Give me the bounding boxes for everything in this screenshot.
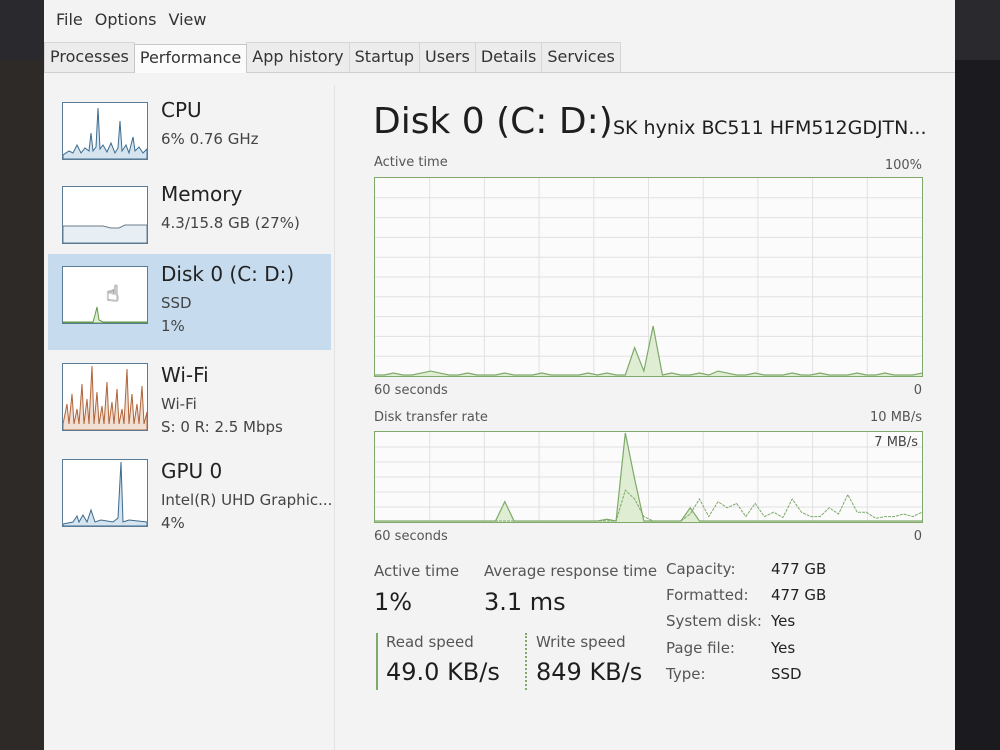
- gpu-thumbnail-graph: [62, 459, 148, 527]
- transfer-graph-secondary: 7 MB/s: [874, 435, 918, 450]
- wifi-thumbnail-graph: [62, 363, 148, 431]
- menu-view[interactable]: View: [163, 8, 213, 32]
- read-speed-value: 49.0 KB/s: [386, 658, 500, 686]
- disk-model: SK hynix BC511 HFM512GDJTN...: [613, 117, 927, 139]
- sidebar-item-disk[interactable]: ☝ Disk 0 (C: D:) SSD 1%: [48, 254, 331, 350]
- tab-services[interactable]: Services: [541, 42, 621, 72]
- tab-app-history[interactable]: App history: [246, 42, 350, 72]
- sidebar-item-subtitle: SSD: [161, 294, 192, 312]
- prop-formatted-value: 477 GB: [771, 586, 827, 604]
- sidebar-item-title: Disk 0 (C: D:): [161, 262, 295, 286]
- transfer-graph-zero: 0: [913, 529, 922, 544]
- sidebar-item-title: GPU 0: [161, 459, 223, 483]
- sidebar: CPU 6% 0.76 GHz Memory 4.3/15.8 GB (27%)…: [44, 85, 335, 750]
- tab-bar: Processes Performance App history Startu…: [44, 40, 955, 73]
- active-time-graph-xlabel: 60 seconds: [374, 383, 448, 398]
- page-title: Disk 0 (C: D:): [373, 101, 613, 142]
- prop-system-disk-key: System disk:: [666, 612, 762, 630]
- sidebar-item-gpu[interactable]: GPU 0 Intel(R) UHD Graphic... 4%: [48, 451, 333, 547]
- active-time-graph: [374, 177, 923, 377]
- disk-thumbnail-graph: [62, 266, 148, 324]
- prop-capacity-key: Capacity:: [666, 560, 736, 578]
- memory-thumbnail-graph: [62, 186, 148, 244]
- tab-startup[interactable]: Startup: [348, 42, 421, 72]
- read-speed-label: Read speed: [386, 633, 474, 651]
- hand-cursor-icon: ☝: [106, 282, 120, 307]
- transfer-graph-xlabel: 60 seconds: [374, 529, 448, 544]
- avg-response-label: Average response time: [484, 562, 658, 580]
- sidebar-item-subtitle: 4.3/15.8 GB (27%): [161, 214, 300, 232]
- tab-performance[interactable]: Performance: [133, 44, 248, 73]
- transfer-graph-label: Disk transfer rate: [374, 410, 488, 425]
- sidebar-item-usage: S: 0 R: 2.5 Mbps: [161, 418, 283, 436]
- cpu-thumbnail-graph: [62, 102, 148, 160]
- background-left: [0, 60, 44, 750]
- menu-options[interactable]: Options: [89, 8, 163, 32]
- read-speed-marker: [376, 633, 378, 690]
- transfer-rate-graph: 7 MB/s: [374, 431, 923, 523]
- active-time-value: 1%: [374, 588, 413, 616]
- prop-capacity-value: 477 GB: [771, 560, 827, 578]
- menu-bar: File Options View: [50, 8, 212, 32]
- tab-processes[interactable]: Processes: [44, 42, 135, 72]
- sidebar-item-subtitle: Wi-Fi: [161, 395, 197, 413]
- sidebar-item-title: Memory: [161, 182, 243, 206]
- prop-formatted-key: Formatted:: [666, 586, 749, 604]
- write-speed-marker: [525, 633, 527, 690]
- prop-type-key: Type:: [666, 665, 706, 683]
- write-speed-label: Write speed: [536, 633, 626, 651]
- transfer-graph-max: 10 MB/s: [870, 410, 922, 425]
- sidebar-item-wifi[interactable]: Wi-Fi Wi-Fi S: 0 R: 2.5 Mbps: [48, 355, 331, 451]
- active-time-graph-label: Active time: [374, 155, 448, 170]
- sidebar-item-cpu[interactable]: CPU 6% 0.76 GHz: [48, 90, 331, 186]
- sidebar-item-subtitle: 6% 0.76 GHz: [161, 130, 259, 148]
- active-time-graph-zero: 0: [913, 383, 922, 398]
- task-manager-window: File Options View Processes Performance …: [44, 0, 955, 750]
- write-speed-value: 849 KB/s: [536, 658, 643, 686]
- active-time-label: Active time: [374, 562, 460, 580]
- tab-users[interactable]: Users: [419, 42, 476, 72]
- menu-file[interactable]: File: [50, 8, 89, 32]
- background-right: [955, 60, 1000, 750]
- active-time-graph-max: 100%: [884, 158, 922, 173]
- disk-detail-panel: Disk 0 (C: D:) SK hynix BC511 HFM512GDJT…: [373, 95, 933, 695]
- prop-page-file-value: Yes: [771, 639, 796, 657]
- prop-system-disk-value: Yes: [771, 612, 796, 630]
- sidebar-item-subtitle: Intel(R) UHD Graphic...: [161, 491, 333, 509]
- prop-type-value: SSD: [771, 665, 802, 683]
- prop-page-file-key: Page file:: [666, 639, 735, 657]
- sidebar-item-title: CPU: [161, 98, 202, 122]
- sidebar-item-usage: 4%: [161, 514, 185, 532]
- sidebar-item-usage: 1%: [161, 317, 185, 335]
- sidebar-item-title: Wi-Fi: [161, 363, 209, 387]
- avg-response-value: 3.1 ms: [484, 588, 566, 616]
- tab-details[interactable]: Details: [474, 42, 543, 72]
